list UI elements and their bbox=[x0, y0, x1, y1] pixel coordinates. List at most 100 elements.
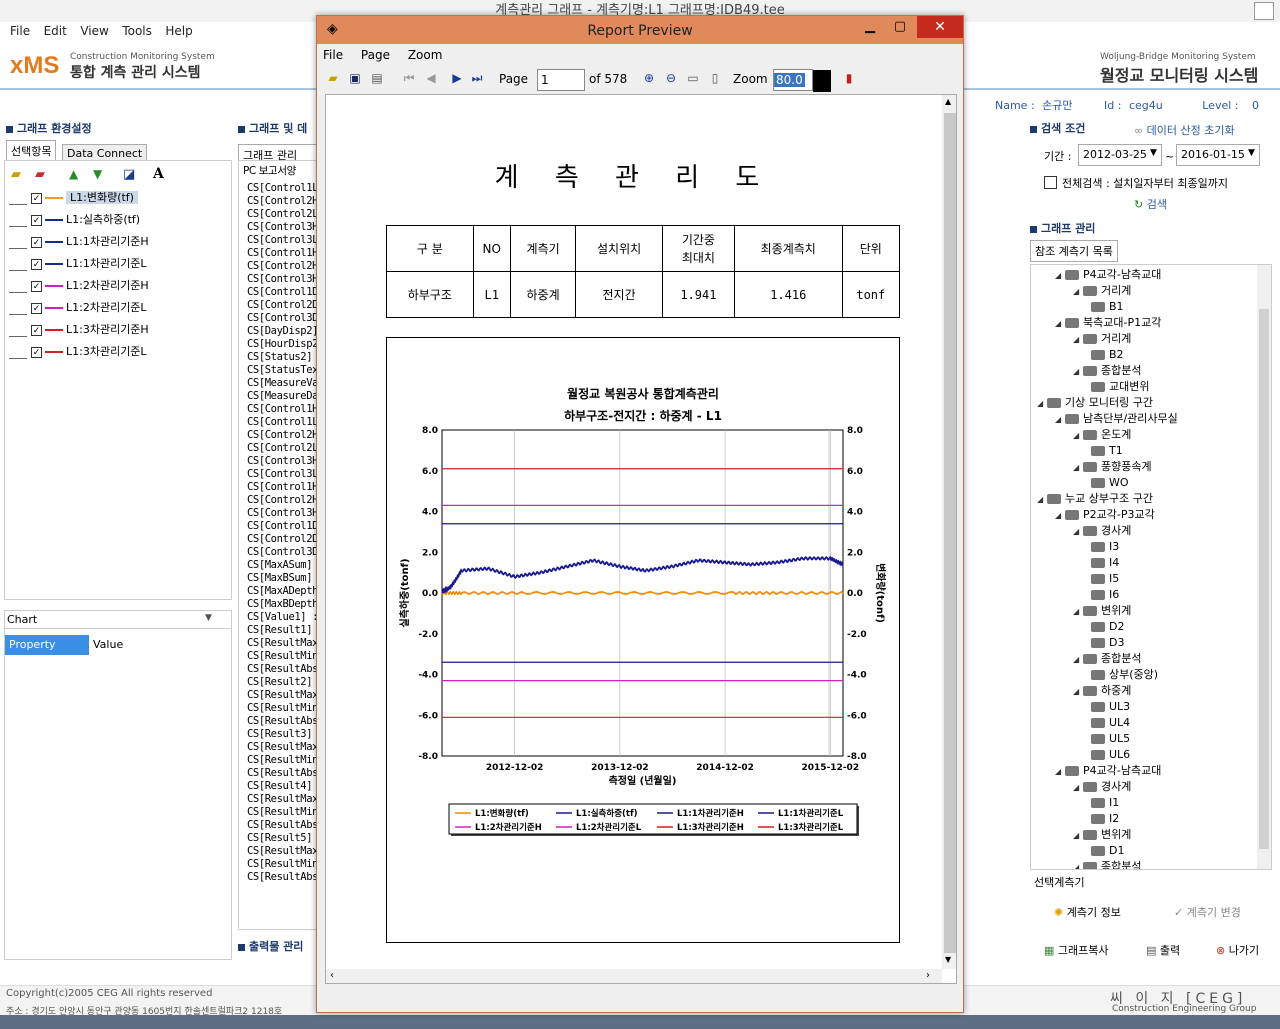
chevron-down-icon[interactable]: ▼ bbox=[1150, 148, 1157, 158]
expand-icon[interactable]: ◢ bbox=[1073, 460, 1083, 476]
variable-item[interactable]: CS[Control2H] bbox=[243, 195, 317, 208]
minimize-icon[interactable]: ▁ bbox=[855, 16, 885, 38]
variable-item[interactable]: CS[Value1] : 5( bbox=[243, 611, 317, 624]
tree-node[interactable]: ◢ 풍향풍속계 bbox=[1073, 459, 1152, 475]
preview-menu-zoom[interactable]: Zoom bbox=[408, 48, 443, 62]
menu-edit[interactable]: Edit bbox=[44, 24, 67, 38]
tree-node[interactable]: B1 bbox=[1091, 299, 1124, 315]
variable-item[interactable]: CS[Control1H2 bbox=[243, 403, 317, 416]
variable-item[interactable]: CS[Control2Ho bbox=[243, 260, 317, 273]
page-input[interactable]: 1 bbox=[537, 69, 585, 91]
tab-selected-items[interactable]: 선택항목 bbox=[6, 140, 57, 162]
expand-icon[interactable]: ◢ bbox=[1073, 828, 1083, 844]
variable-item[interactable]: CS[DayDisp2] : bbox=[243, 325, 317, 338]
expand-icon[interactable]: ◢ bbox=[1073, 284, 1083, 300]
tree-node[interactable]: I1 bbox=[1091, 795, 1119, 811]
search-button[interactable]: ↻ 검색 bbox=[1134, 196, 1167, 212]
scroll-right-icon[interactable]: › bbox=[926, 970, 930, 981]
tree-node[interactable]: ◢ 변위계 bbox=[1073, 827, 1131, 843]
prev-page-icon[interactable]: ◀ bbox=[423, 70, 439, 86]
preview-vertical-scrollbar[interactable]: ▲ ▼ bbox=[942, 95, 956, 969]
expand-icon[interactable]: ◢ bbox=[1073, 524, 1083, 540]
tree-node[interactable]: B2 bbox=[1091, 347, 1124, 363]
variable-item[interactable]: CS[Control1L] bbox=[243, 182, 317, 195]
maximize-icon[interactable]: ▢ bbox=[885, 16, 915, 38]
variable-item[interactable]: CS[Control3H] bbox=[243, 221, 317, 234]
save-icon[interactable]: ▣ bbox=[347, 70, 363, 86]
variable-item[interactable]: CS[Control2L] bbox=[243, 208, 317, 221]
variable-item[interactable]: CS[ResultAbs4 bbox=[243, 819, 317, 832]
expand-icon[interactable]: ◢ bbox=[1073, 332, 1083, 348]
tree-node[interactable]: I3 bbox=[1091, 539, 1119, 555]
tree-node[interactable]: ◢ 종합분석 bbox=[1073, 859, 1141, 869]
expand-icon[interactable]: ◢ bbox=[1073, 652, 1083, 668]
series-row[interactable]: ✓ L1:1차관리기준H bbox=[9, 231, 231, 253]
tree-node[interactable]: 교대변위 bbox=[1091, 379, 1149, 395]
variable-item[interactable]: CS[ResultMax3 bbox=[243, 741, 317, 754]
tree-node[interactable]: ◢ 거리계 bbox=[1073, 331, 1131, 347]
move-up-icon[interactable]: ▲ bbox=[69, 167, 78, 181]
variable-item[interactable]: CS[Control1L2] bbox=[243, 416, 317, 429]
tree-node[interactable]: D2 bbox=[1091, 619, 1124, 635]
variable-item[interactable]: CS[Result4] : 1 bbox=[243, 780, 317, 793]
variable-item[interactable]: CS[ResultAbs1 bbox=[243, 663, 317, 676]
series-checkbox[interactable]: ✓ bbox=[31, 280, 42, 292]
variable-item[interactable]: CS[MaxBSum] bbox=[243, 572, 317, 585]
tree-node[interactable]: ◢ 경사계 bbox=[1073, 779, 1131, 795]
expand-icon[interactable]: ◢ bbox=[1055, 764, 1065, 780]
variable-item[interactable]: CS[Control3Ho bbox=[243, 273, 317, 286]
tree-node[interactable]: ◢ 온도계 bbox=[1073, 427, 1131, 443]
variable-item[interactable]: CS[ResultAbs3 bbox=[243, 767, 317, 780]
series-checkbox[interactable]: ✓ bbox=[31, 346, 42, 358]
variable-item[interactable]: CS[Control1Ho bbox=[243, 481, 317, 494]
tree-node[interactable]: I2 bbox=[1091, 811, 1119, 827]
menu-file[interactable]: File bbox=[10, 24, 30, 38]
first-page-icon[interactable]: ⏮ bbox=[401, 70, 417, 86]
tree-node[interactable]: ◢ 종합분석 bbox=[1073, 651, 1141, 667]
variable-item[interactable]: CS[ResultMin4] bbox=[243, 806, 317, 819]
tree-node[interactable]: ◢ P4교각-남측교대 bbox=[1055, 763, 1161, 779]
open-icon[interactable]: ▰ bbox=[325, 70, 341, 86]
variable-item[interactable]: CS[MeasureDa bbox=[243, 390, 317, 403]
series-checkbox[interactable]: ✓ bbox=[31, 192, 42, 204]
scroll-down-icon[interactable]: ▼ bbox=[945, 955, 951, 964]
menu-tools[interactable]: Tools bbox=[122, 24, 152, 38]
preview-scroll-thumb[interactable] bbox=[944, 113, 956, 953]
close-icon[interactable]: ✕ bbox=[917, 16, 963, 38]
tree-node[interactable]: ◢ 기상 모니터링 구간 bbox=[1037, 395, 1153, 411]
all-search-checkbox[interactable] bbox=[1044, 176, 1057, 189]
variable-item[interactable]: CS[ResultMin5] bbox=[243, 858, 317, 871]
tree-node[interactable]: D1 bbox=[1091, 843, 1124, 859]
copy-graph-button[interactable]: ▦ 그래프복사 bbox=[1044, 942, 1109, 958]
variable-item[interactable]: CS[Control1Da bbox=[243, 286, 317, 299]
variable-item[interactable]: CS[StatusText bbox=[243, 364, 317, 377]
chevron-down-icon[interactable]: ▼ bbox=[1248, 148, 1255, 158]
variable-item[interactable]: CS[ResultMin3] bbox=[243, 754, 317, 767]
variable-item[interactable]: CS[MaxADepth bbox=[243, 585, 317, 598]
tab-reference-instruments[interactable]: 참조 계측기 목록 bbox=[1030, 240, 1118, 262]
variable-item[interactable]: CS[ResultMin1] bbox=[243, 650, 317, 663]
expand-icon[interactable]: ◢ bbox=[1055, 412, 1065, 428]
tree-node[interactable]: D3 bbox=[1091, 635, 1124, 651]
tree-scroll-thumb[interactable] bbox=[1259, 309, 1269, 849]
series-row[interactable]: ✓ L1:1차관리기준L bbox=[9, 253, 231, 275]
tree-scrollbar[interactable] bbox=[1257, 265, 1271, 869]
preview-menu-file[interactable]: File bbox=[323, 48, 343, 62]
tree-node[interactable]: I4 bbox=[1091, 555, 1119, 571]
tree-node[interactable]: I6 bbox=[1091, 587, 1119, 603]
whole-page-icon[interactable]: ▯ bbox=[707, 70, 723, 86]
tree-node[interactable]: ◢ P4교각-남측교대 bbox=[1055, 267, 1161, 283]
print-icon[interactable]: ▤ bbox=[369, 70, 385, 86]
expand-icon[interactable]: ◢ bbox=[1055, 508, 1065, 524]
menu-help[interactable]: Help bbox=[165, 24, 192, 38]
series-row[interactable]: ✓ L1:3차관리기준L bbox=[9, 341, 231, 363]
expand-icon[interactable]: ◢ bbox=[1073, 780, 1083, 796]
exit-button[interactable]: ⊗ 나가기 bbox=[1216, 942, 1259, 958]
series-row[interactable]: ✓ L1:변화량(tf) bbox=[9, 187, 231, 209]
variable-item[interactable]: CS[Control3L] bbox=[243, 234, 317, 247]
chevron-down-icon[interactable]: ▼ bbox=[205, 613, 212, 623]
series-checkbox[interactable]: ✓ bbox=[31, 236, 42, 248]
tree-node[interactable]: ◢ 변위계 bbox=[1073, 603, 1131, 619]
series-row[interactable]: ✓ L1:실측하중(tf) bbox=[9, 209, 231, 231]
variable-item[interactable]: CS[Status2] : ( bbox=[243, 351, 317, 364]
